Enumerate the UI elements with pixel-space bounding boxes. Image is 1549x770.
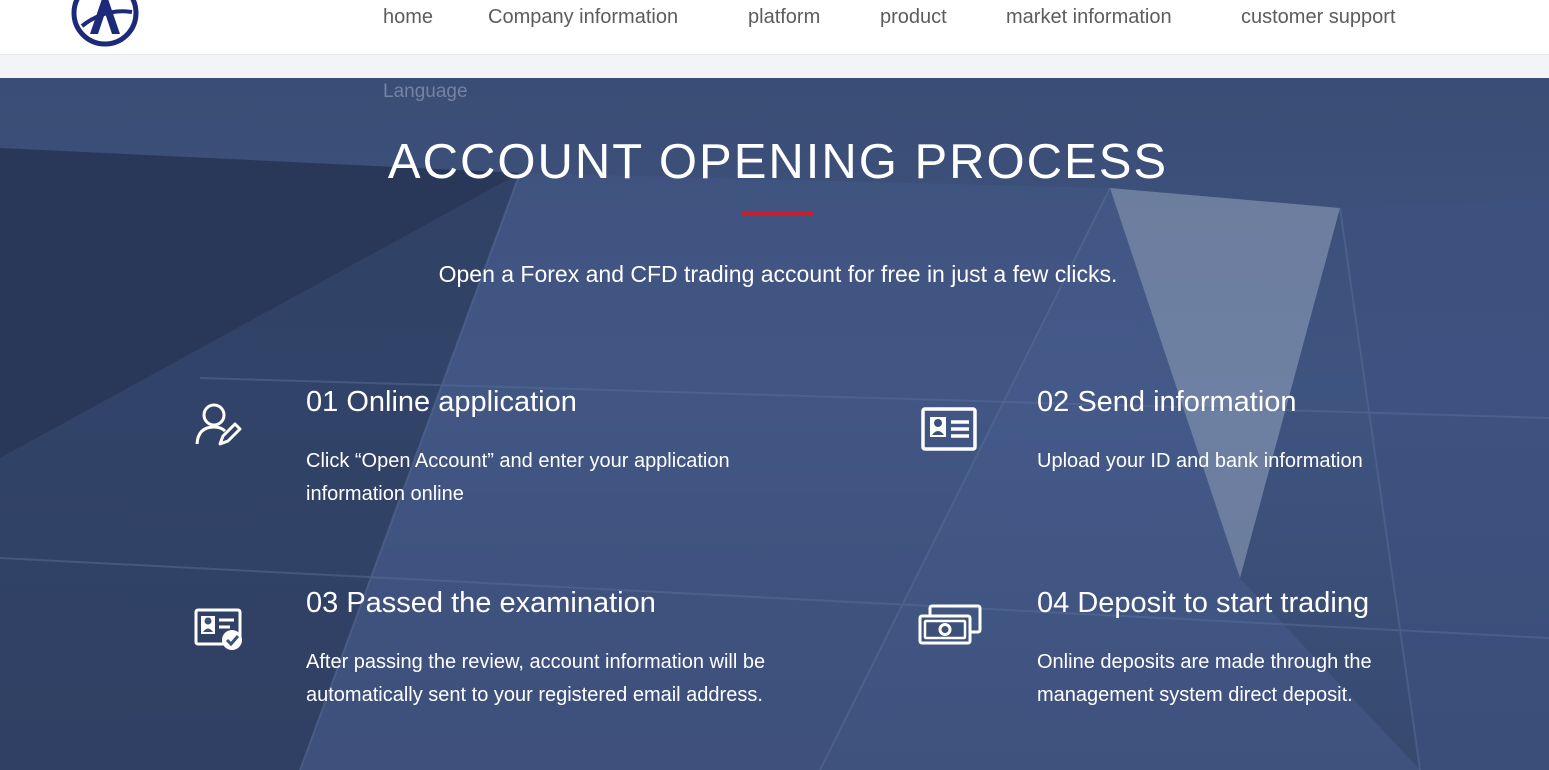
main-nav: home Company information platform produc… — [0, 6, 1549, 32]
page-subtitle: Open a Forex and CFD trading account for… — [438, 261, 1118, 287]
page-title: ACCOUNT OPENING PROCESS — [387, 135, 1169, 189]
id-card-icon — [921, 407, 977, 451]
verified-id-icon — [194, 608, 242, 650]
nav-platform[interactable]: platform — [748, 6, 820, 29]
step-title: 02 Send information — [1037, 386, 1297, 418]
nav-product[interactable]: product — [880, 6, 947, 29]
step-title: 03 Passed the examination — [306, 587, 656, 619]
language-selector[interactable]: Language — [383, 81, 468, 103]
step-title: 04 Deposit to start trading — [1037, 587, 1370, 619]
banknotes-icon — [918, 604, 982, 645]
top-navigation-bar: home Company information platform produc… — [0, 0, 1549, 55]
step-description: Click “Open Account” and enter your appl… — [306, 450, 730, 505]
step-description: After passing the review, account inform… — [306, 651, 766, 706]
nav-company-information[interactable]: Company information — [488, 6, 678, 29]
nav-market-information[interactable]: market information — [1006, 6, 1172, 29]
user-edit-icon — [195, 403, 242, 446]
title-underline — [742, 212, 814, 215]
nav-home[interactable]: home — [383, 6, 433, 29]
nav-customer-support[interactable]: customer support — [1241, 6, 1396, 29]
nav-shadow-strip — [0, 54, 1549, 78]
step-description: Upload your ID and bank information — [1037, 450, 1363, 472]
step-title: 01 Online application — [306, 386, 577, 418]
step-description: Online deposits are made through the man… — [1037, 651, 1372, 706]
